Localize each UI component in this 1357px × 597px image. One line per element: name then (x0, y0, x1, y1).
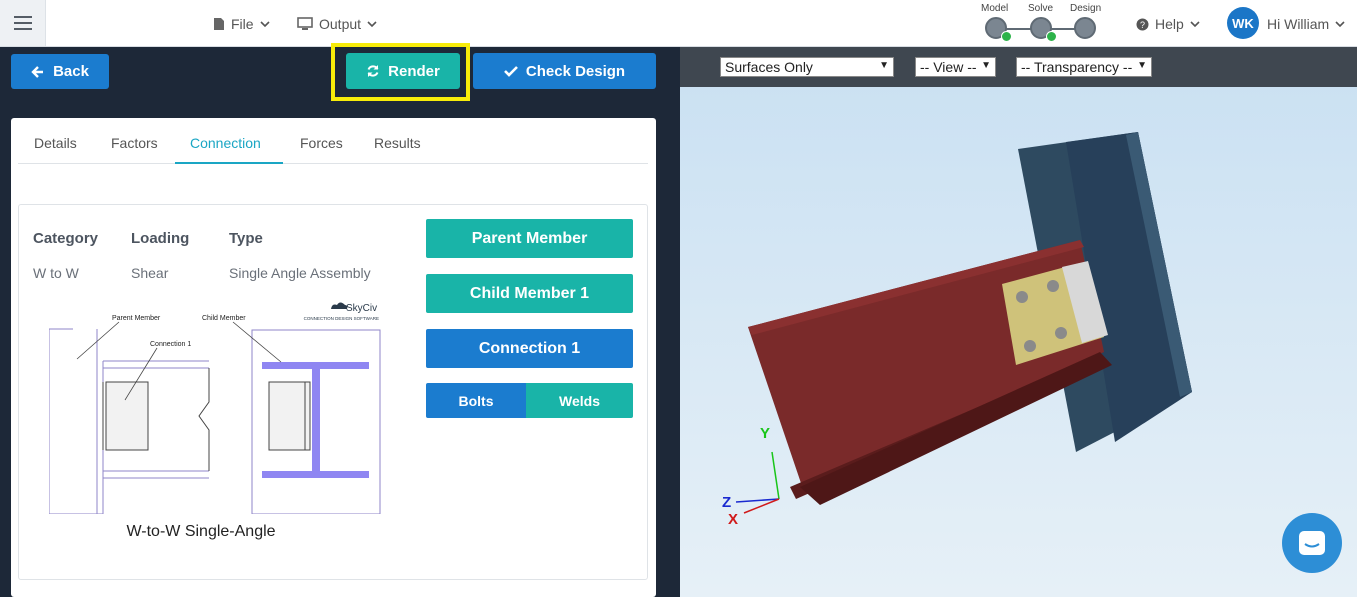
file-menu[interactable]: File (213, 14, 270, 34)
active-tab-indicator (175, 162, 283, 164)
3d-viewer[interactable]: Surfaces Only ▼ -- View -- ▼ -- Transparen… (680, 47, 1357, 597)
type-value: Single Angle Assembly (229, 265, 371, 281)
child-member-label: Child Member (202, 315, 246, 322)
monitor-icon (297, 17, 313, 30)
step-solve-label: Solve (1028, 3, 1054, 14)
tab-connection[interactable]: Connection (190, 135, 261, 151)
left-panel: Back Render Check Design Details Factors… (0, 43, 669, 597)
panel-divider[interactable] (669, 47, 680, 597)
x-axis-label: X (728, 511, 738, 528)
output-menu[interactable]: Output (297, 14, 377, 34)
y-axis-label: Y (760, 425, 770, 442)
connection-button[interactable]: Connection 1 (426, 329, 633, 368)
help-icon: ? (1136, 18, 1149, 30)
brand-name: SkyCiv (346, 303, 377, 314)
svg-text:?: ? (1140, 20, 1145, 30)
file-icon (214, 18, 224, 30)
z-axis-label: Z (722, 494, 731, 511)
welds-button[interactable]: Welds (526, 383, 633, 418)
y-axis-line (771, 451, 780, 500)
check-design-button[interactable]: Check Design (473, 53, 656, 89)
bolt-icon (1024, 340, 1036, 352)
workflow-steps: Model Solve Design (978, 2, 1108, 44)
child-member-button[interactable]: Child Member 1 (426, 274, 633, 313)
parent-member-button[interactable]: Parent Member (426, 219, 633, 258)
connection-card: Details Factors Connection Forces Result… (11, 118, 656, 597)
user-greeting: Hi William (1267, 16, 1330, 32)
help-menu[interactable]: ? Help (1136, 14, 1200, 34)
step-design-icon[interactable] (1074, 17, 1096, 39)
step-design-label: Design (1070, 3, 1102, 14)
tab-details[interactable]: Details (34, 135, 77, 151)
bolts-button[interactable]: Bolts (426, 383, 526, 418)
tab-results[interactable]: Results (374, 135, 421, 151)
category-value: W to W (33, 265, 79, 281)
chevron-down-icon (1335, 21, 1345, 28)
top-bar: File Output Model Solve Design ? Help WK… (0, 0, 1357, 47)
loading-header: Loading (131, 230, 190, 247)
model-render: Y Z X (722, 132, 1192, 528)
help-label: Help (1155, 16, 1184, 32)
chevron-down-icon (259, 21, 270, 28)
tab-forces[interactable]: Forces (300, 135, 343, 151)
back-button[interactable]: Back (11, 54, 109, 89)
connection-diagram: Parent Member Connection 1 Child Member … (49, 302, 381, 514)
back-label: Back (53, 63, 89, 80)
parent-member-label: Parent Member (112, 315, 161, 322)
output-menu-label: Output (319, 16, 362, 32)
tab-factors[interactable]: Factors (111, 135, 158, 151)
chat-support-button[interactable] (1282, 513, 1342, 573)
connection-1-label: Connection 1 (150, 341, 191, 348)
arrow-left-icon (31, 65, 44, 78)
check-icon (1046, 31, 1057, 42)
refresh-icon (367, 65, 379, 77)
check-design-label: Check Design (525, 62, 626, 80)
bolt-icon (1055, 327, 1067, 339)
user-menu[interactable]: Hi William (1267, 14, 1345, 34)
loading-value: Shear (131, 265, 169, 281)
brand-subtitle: CONNECTION DESIGN SOFTWARE (304, 316, 379, 321)
checkmark-icon (503, 66, 518, 77)
bolt-icon (1016, 291, 1028, 303)
file-menu-label: File (231, 16, 254, 32)
chat-icon (1299, 531, 1325, 555)
assembly-panel: Category Loading Type W to W Shear Singl… (18, 204, 648, 580)
bolt-icon (1047, 280, 1059, 292)
check-icon (1001, 31, 1012, 42)
category-header: Category (33, 230, 99, 247)
diagram-caption: W-to-W Single-Angle (126, 523, 276, 540)
tab-bar: Details Factors Connection Forces Result… (18, 125, 648, 164)
hamburger-menu-icon[interactable] (0, 0, 46, 46)
render-button[interactable]: Render (346, 53, 460, 89)
type-header: Type (229, 230, 263, 247)
cloud-logo-icon (331, 302, 348, 309)
chevron-down-icon (367, 21, 377, 28)
chevron-down-icon (1190, 21, 1200, 28)
avatar[interactable]: WK (1227, 7, 1259, 39)
render-label: Render (388, 62, 440, 80)
step-model-label: Model (981, 3, 1009, 14)
